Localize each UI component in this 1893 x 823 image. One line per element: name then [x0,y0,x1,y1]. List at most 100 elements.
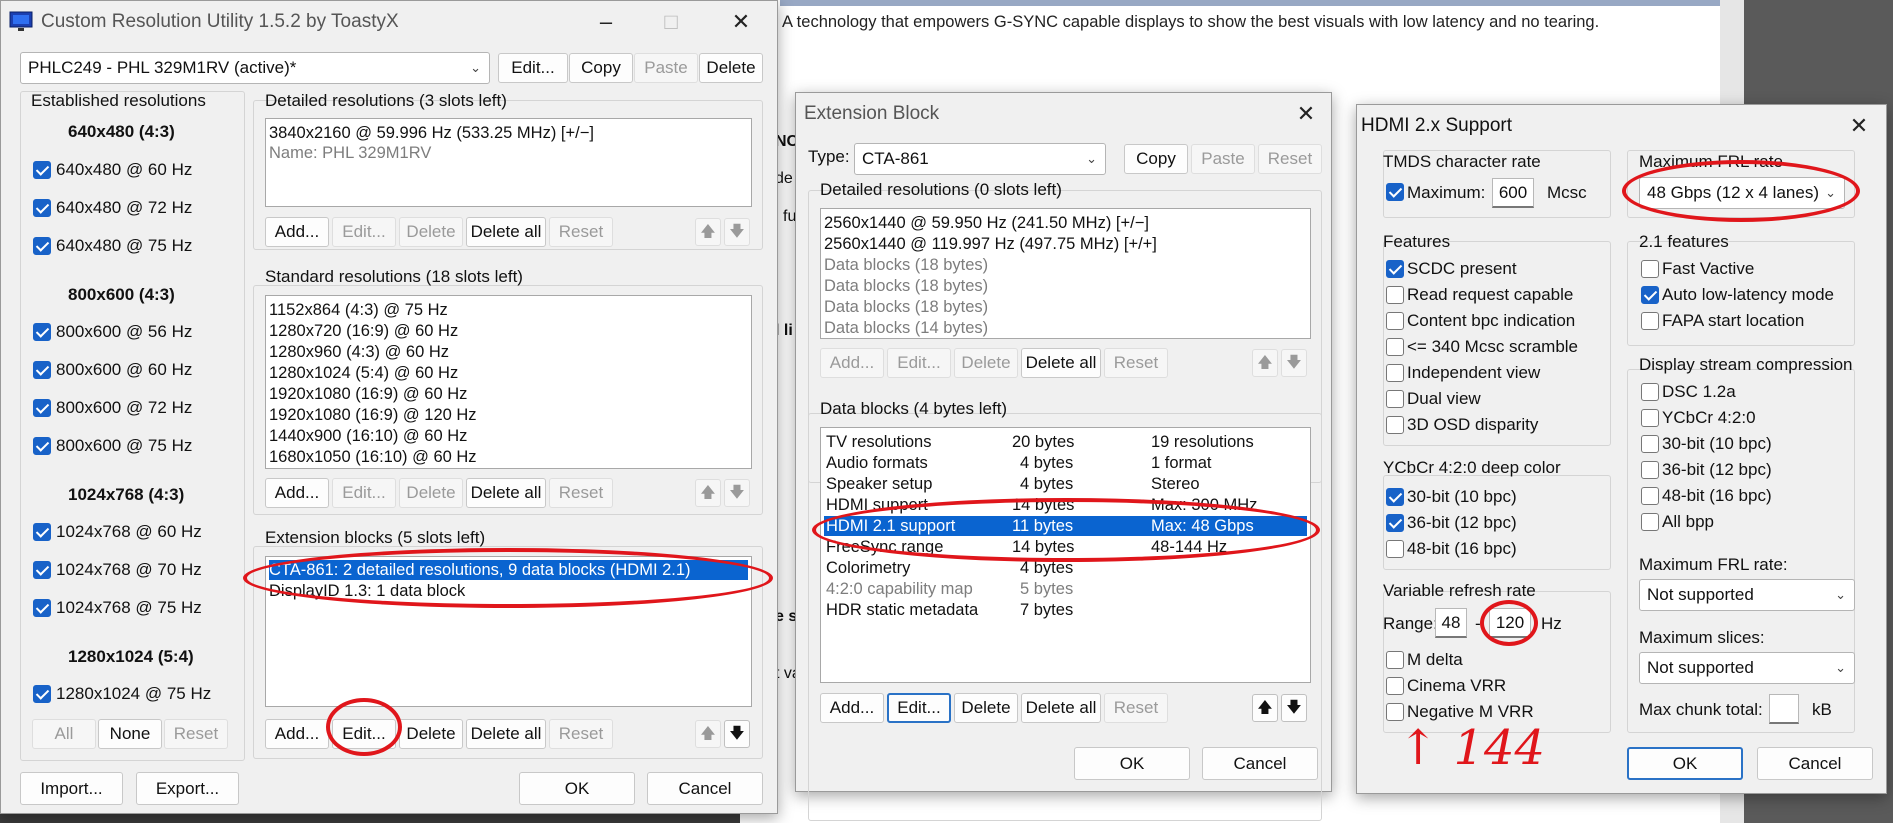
monitor-delete-button[interactable]: Delete [699,53,763,83]
monitor-edit-button[interactable]: Edit... [498,53,568,83]
detailed-edit-button[interactable]: Edit... [332,217,396,247]
arrow-up-icon[interactable]: 🡅 [695,218,721,246]
detailed-resolutions-list[interactable]: 3840x2160 @ 59.996 Hz (533.25 MHz) [+/−]… [265,118,752,207]
established-checkbox[interactable] [33,399,51,417]
standard-edit-button[interactable]: Edit... [332,478,396,508]
export-button[interactable]: Export... [136,772,239,805]
arrow-up-icon[interactable]: 🡅 [695,479,721,507]
dsc-checkbox[interactable] [1641,435,1659,453]
list-item[interactable]: 1920x1080 (16:9) @ 60 Hz [269,384,748,404]
ext-datablocks-reset-button[interactable]: Reset [1104,693,1168,723]
dsc-checkbox[interactable] [1641,487,1659,505]
import-button[interactable]: Import... [20,772,123,805]
main-cancel-button[interactable]: Cancel [647,772,763,805]
list-item[interactable]: 1280x720 (16:9) @ 60 Hz [269,321,748,341]
established-checkbox[interactable] [33,199,51,217]
maximize-icon[interactable]: □ [651,7,691,37]
ext-cancel-button[interactable]: Cancel [1202,747,1318,780]
detailed-delete-button[interactable]: Delete [399,217,463,247]
detailed-delete-all-button[interactable]: Delete all [466,217,546,247]
vrr-option-checkbox[interactable] [1386,677,1404,695]
list-item[interactable]: Name: PHL 329M1RV [269,143,748,163]
main-ok-button[interactable]: OK [519,772,635,805]
list-item[interactable]: 3840x2160 @ 59.996 Hz (533.25 MHz) [+/−] [269,123,748,143]
feature-checkbox[interactable] [1386,416,1404,434]
standard-add-button[interactable]: Add... [265,478,329,508]
f21-checkbox[interactable] [1641,286,1659,304]
ycbcr-checkbox[interactable] [1386,540,1404,558]
arrow-up-icon[interactable]: 🡅 [1252,349,1278,377]
tmds-maximum-checkbox[interactable] [1386,183,1404,201]
standard-delete-button[interactable]: Delete [399,478,463,508]
extension-reset-button[interactable]: Reset [549,719,613,749]
extension-add-button[interactable]: Add... [265,719,329,749]
ext-datablocks-delete-button[interactable]: Delete [954,693,1018,723]
monitor-paste-button[interactable]: Paste [634,53,698,83]
list-item[interactable]: 2560x1440 @ 59.950 Hz (241.50 MHz) [+/−] [824,213,1307,233]
list-item[interactable]: 1280x960 (4:3) @ 60 Hz [269,342,748,362]
minimize-icon[interactable]: – [586,7,626,37]
extension-delete-button[interactable]: Delete [399,719,463,749]
arrow-down-icon[interactable]: 🡇 [724,720,750,748]
monitor-copy-button[interactable]: Copy [569,53,633,83]
arrow-down-icon[interactable]: 🡇 [724,218,750,246]
dsc-checkbox[interactable] [1641,461,1659,479]
vrr-option-checkbox[interactable] [1386,651,1404,669]
ext-ok-button[interactable]: OK [1074,747,1190,780]
standard-delete-all-button[interactable]: Delete all [466,478,546,508]
list-item[interactable]: 1680x1050 (16:10) @ 60 Hz [269,447,748,467]
dsc-checkbox[interactable] [1641,383,1659,401]
tmds-rate-input[interactable]: 600 [1492,178,1534,208]
established-reset-button[interactable]: Reset [164,719,228,749]
established-checkbox[interactable] [33,161,51,179]
dsc-checkbox[interactable] [1641,513,1659,531]
list-item[interactable]: 1440x900 (16:10) @ 60 Hz [269,426,748,446]
arrow-up-icon[interactable]: 🡅 [1252,694,1278,722]
established-checkbox[interactable] [33,523,51,541]
table-row[interactable]: HDR static metadata 7 bytes [824,600,1307,620]
ext-detailed-delete-all-button[interactable]: Delete all [1021,348,1101,378]
f21-checkbox[interactable] [1641,260,1659,278]
table-row[interactable]: TV resolutions 20 bytes 19 resolutions [824,432,1307,452]
list-item[interactable]: Data blocks (18 bytes) [824,255,1307,275]
close-icon[interactable]: ✕ [1286,99,1326,129]
table-row[interactable]: Speaker setup 4 bytes Stereo [824,474,1307,494]
extension-delete-all-button[interactable]: Delete all [466,719,546,749]
ext-detailed-reset-button[interactable]: Reset [1104,348,1168,378]
slices-select[interactable]: Not supported ⌄ [1639,652,1855,684]
ext-reset-button[interactable]: Reset [1258,144,1322,174]
feature-checkbox[interactable] [1386,312,1404,330]
list-item[interactable]: 1920x1080 (16:9) @ 120 Hz [269,405,748,425]
list-item[interactable]: 1280x1024 (5:4) @ 60 Hz [269,363,748,383]
feature-checkbox[interactable] [1386,364,1404,382]
ext-detailed-edit-button[interactable]: Edit... [887,348,951,378]
established-checkbox[interactable] [33,685,51,703]
established-checkbox[interactable] [33,599,51,617]
feature-checkbox[interactable] [1386,390,1404,408]
arrow-down-icon[interactable]: 🡇 [724,479,750,507]
dsc-frl-select[interactable]: Not supported ⌄ [1639,579,1855,611]
vrr-min-input[interactable]: 48 [1435,608,1467,638]
ext-type-select[interactable]: CTA-861 ⌄ [854,143,1106,175]
standard-resolutions-list[interactable]: 1152x864 (4:3) @ 75 Hz 1280x720 (16:9) @… [265,295,752,469]
established-checkbox[interactable] [33,437,51,455]
list-item[interactable]: 2560x1440 @ 119.997 Hz (497.75 MHz) [+/+… [824,234,1307,254]
arrow-up-icon[interactable]: 🡅 [695,720,721,748]
list-item[interactable]: 1152x864 (4:3) @ 75 Hz [269,300,748,320]
ycbcr-checkbox[interactable] [1386,514,1404,532]
ext-datablocks-delete-all-button[interactable]: Delete all [1021,693,1101,723]
ext-copy-button[interactable]: Copy [1124,144,1188,174]
table-row[interactable]: 4:2:0 capability map 5 bytes [824,579,1307,599]
feature-checkbox[interactable] [1386,338,1404,356]
list-item[interactable]: Data blocks (18 bytes) [824,276,1307,296]
ext-detailed-list[interactable]: 2560x1440 @ 59.950 Hz (241.50 MHz) [+/−]… [820,208,1311,339]
dsc-checkbox[interactable] [1641,409,1659,427]
established-checkbox[interactable] [33,237,51,255]
detailed-reset-button[interactable]: Reset [549,217,613,247]
arrow-down-icon[interactable]: 🡇 [1281,349,1307,377]
chunk-input[interactable] [1769,694,1799,724]
ext-datablocks-edit-button[interactable]: Edit... [887,693,951,723]
vrr-option-checkbox[interactable] [1386,703,1404,721]
ext-detailed-delete-button[interactable]: Delete [954,348,1018,378]
close-icon[interactable]: ✕ [1839,111,1879,141]
